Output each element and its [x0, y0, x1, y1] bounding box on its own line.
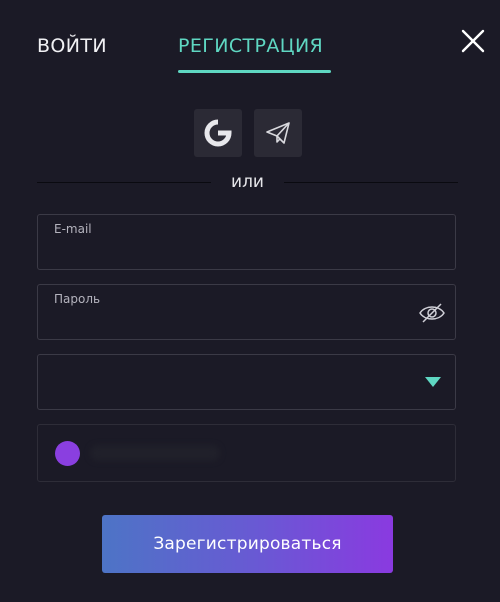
telegram-login-button[interactable]: [254, 109, 302, 157]
telegram-icon: [266, 122, 290, 144]
close-button[interactable]: [459, 27, 487, 55]
tab-register[interactable]: РЕГИСТРАЦИЯ: [178, 34, 323, 58]
google-login-button[interactable]: [194, 109, 242, 157]
referral-placeholder: [90, 445, 220, 461]
register-button[interactable]: Зарегистрироваться: [102, 515, 393, 573]
google-icon: [204, 119, 232, 147]
email-field[interactable]: E-mail: [37, 214, 456, 270]
avatar: [55, 441, 80, 466]
close-icon: [461, 29, 485, 53]
password-field[interactable]: Пароль: [37, 284, 456, 340]
referral-field[interactable]: [37, 424, 456, 482]
email-label: E-mail: [54, 222, 92, 236]
divider-text: или: [231, 172, 264, 192]
tab-login[interactable]: ВОЙТИ: [37, 34, 107, 58]
divider-left: [37, 182, 211, 183]
chevron-down-icon[interactable]: [425, 377, 441, 387]
password-input[interactable]: [54, 310, 407, 332]
divider-right: [284, 182, 458, 183]
eye-off-icon[interactable]: [418, 302, 446, 324]
email-input[interactable]: [54, 240, 407, 262]
password-label: Пароль: [54, 292, 101, 306]
registration-modal: ВОЙТИ РЕГИСТРАЦИЯ или E-mail Пароль Заре…: [0, 0, 500, 602]
currency-select[interactable]: [37, 354, 456, 410]
active-tab-indicator: [178, 70, 331, 73]
